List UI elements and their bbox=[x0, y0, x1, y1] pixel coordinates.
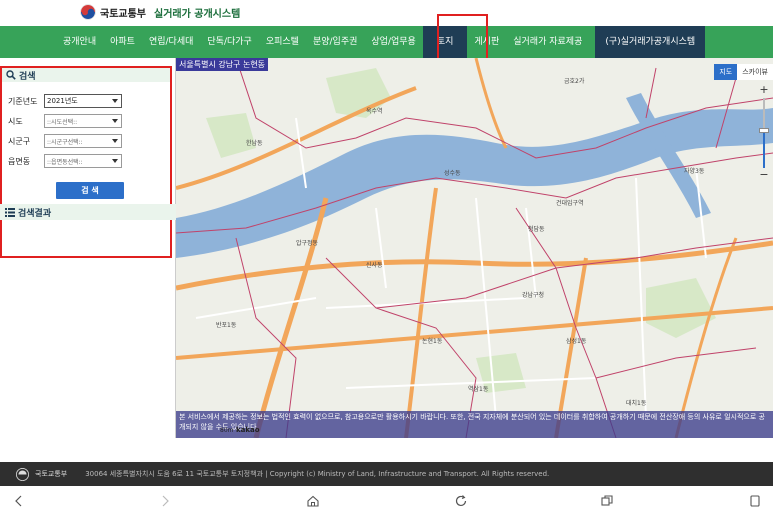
footer: 국토교통부 30064 세종특별자치시 도움 6로 11 국토교통부 토지정책과… bbox=[0, 462, 773, 486]
disclaimer-notice: 본 서비스에서 제공하는 정보는 법적인 효력이 없으므로, 참고용으로만 활용… bbox=[176, 411, 773, 438]
nav-item-commercial[interactable]: 상업/업무용 bbox=[364, 26, 422, 58]
nav-item-data-provision[interactable]: 실거래가 자료제공 bbox=[506, 26, 589, 58]
eupmyeondong-select-value: ::읍면동선택:: bbox=[47, 158, 83, 166]
map-view[interactable]: 금호2가 옥수역 압구정동 신사동 논현1동 청담동 삼성1동 강남구청 성수동… bbox=[176, 58, 773, 438]
search-panel: 검색 기준년도 2021년도 시도 ::시도선택:: 시군구 ::시군구선택::… bbox=[0, 66, 172, 258]
map-label: 역삼1동 bbox=[468, 386, 489, 393]
map-canvas bbox=[176, 58, 773, 438]
list-icon bbox=[5, 207, 15, 217]
map-label: 논현1동 bbox=[422, 338, 443, 345]
sido-row: 시도 ::시도선택:: bbox=[8, 114, 168, 128]
location-label: 서울특별시 강남구 논현동 bbox=[176, 58, 269, 71]
map-scale: 80m bbox=[220, 427, 234, 434]
search-header: 검색 bbox=[2, 68, 170, 82]
bookmark-icon[interactable] bbox=[748, 494, 762, 508]
results-header: 검색결과 bbox=[0, 204, 176, 220]
footer-ministry: 국토교통부 bbox=[35, 470, 68, 478]
zoom-slider-handle[interactable] bbox=[759, 128, 769, 133]
map-label: 삼성1동 bbox=[566, 338, 587, 345]
sido-select-value: ::시도선택:: bbox=[47, 118, 78, 126]
map-label: 신사동 bbox=[366, 262, 383, 269]
eupmyeondong-row: 읍면동 ::읍면동선택:: bbox=[8, 154, 168, 168]
nav-item-apartment[interactable]: 아파트 bbox=[103, 26, 142, 58]
map-label: 한남동 bbox=[246, 140, 263, 147]
sigungu-label: 시군구 bbox=[8, 136, 31, 146]
zoom-slider-fill bbox=[763, 132, 765, 168]
forward-icon[interactable] bbox=[158, 494, 172, 508]
map-provider-logo: kakao bbox=[236, 426, 260, 434]
nav-item-rowhouse[interactable]: 연립/다세대 bbox=[142, 26, 200, 58]
results-title: 검색결과 bbox=[18, 208, 52, 219]
ministry-name: 국토교통부 bbox=[100, 8, 146, 20]
logo[interactable]: 국토교통부 실거래가 공개시스템 bbox=[80, 2, 240, 22]
year-select-value: 2021년도 bbox=[47, 97, 78, 105]
year-row: 기준년도 2021년도 bbox=[8, 94, 168, 108]
map-label: 강남구청 bbox=[522, 292, 545, 299]
main-nav: 공개안내 아파트 연립/다세대 단독/다가구 오피스텔 분양/입주권 상업/업무… bbox=[0, 26, 773, 58]
map-label: 성수동 bbox=[444, 170, 461, 177]
search-title: 검색 bbox=[19, 71, 36, 82]
map-label: 반포1동 bbox=[216, 322, 237, 329]
back-icon[interactable] bbox=[12, 494, 26, 508]
map-label: 금호2가 bbox=[564, 78, 585, 85]
nav-item-detached[interactable]: 단독/다가구 bbox=[200, 26, 258, 58]
zoom-in-button[interactable]: + bbox=[757, 84, 771, 96]
nav-item-guide[interactable]: 공개안내 bbox=[56, 26, 103, 58]
eupmyeondong-select[interactable]: ::읍면동선택:: bbox=[44, 154, 122, 168]
map-type-toggle: 지도 스카이뷰 bbox=[714, 64, 773, 80]
map-label: 대치1동 bbox=[626, 400, 647, 407]
browser-bar bbox=[0, 488, 773, 513]
chevron-down-icon bbox=[112, 139, 118, 143]
reload-icon[interactable] bbox=[454, 494, 468, 508]
ministry-logo-icon bbox=[80, 4, 96, 20]
nav-item-presale[interactable]: 분양/입주권 bbox=[306, 26, 364, 58]
home-icon[interactable] bbox=[306, 494, 320, 508]
year-select[interactable]: 2021년도 bbox=[44, 94, 122, 108]
nav-item-land[interactable]: 토지 bbox=[422, 26, 468, 58]
footer-text: 30064 세종특별자치시 도움 6로 11 국토교통부 토지정책과 | Cop… bbox=[85, 470, 550, 478]
map-type-map-button[interactable]: 지도 bbox=[714, 64, 738, 80]
sigungu-select-value: ::시군구선택:: bbox=[47, 138, 83, 146]
chevron-down-icon bbox=[112, 119, 118, 123]
eupmyeondong-label: 읍면동 bbox=[8, 156, 31, 166]
chevron-down-icon bbox=[112, 99, 118, 103]
map-label: 자양3동 bbox=[684, 168, 705, 175]
search-button[interactable]: 검 색 bbox=[56, 182, 124, 199]
map-label: 청담동 bbox=[528, 226, 545, 233]
map-label: 건대입구역 bbox=[556, 200, 584, 207]
chevron-down-icon bbox=[112, 159, 118, 163]
map-label: 옥수역 bbox=[366, 108, 383, 115]
nav-item-board[interactable]: 게시판 bbox=[467, 26, 506, 58]
search-icon bbox=[6, 70, 16, 80]
nav-item-officetel[interactable]: 오피스텔 bbox=[259, 26, 306, 58]
system-title: 실거래가 공개시스템 bbox=[154, 8, 241, 20]
ministry-logo-icon bbox=[16, 467, 29, 481]
zoom-control: + − bbox=[757, 84, 771, 184]
page: 국토교통부 실거래가 공개시스템 공개안내 아파트 연립/다세대 단독/다가구 … bbox=[0, 0, 773, 513]
sigungu-select[interactable]: ::시군구선택:: bbox=[44, 134, 122, 148]
map-type-skyview-button[interactable]: 스카이뷰 bbox=[737, 64, 773, 80]
tabs-icon[interactable] bbox=[600, 494, 614, 508]
year-label: 기준년도 bbox=[8, 96, 38, 106]
sigungu-row: 시군구 ::시군구선택:: bbox=[8, 134, 168, 148]
sidebar: 검색 기준년도 2021년도 시도 ::시도선택:: 시군구 ::시군구선택::… bbox=[0, 58, 176, 438]
sido-label: 시도 bbox=[8, 116, 23, 126]
zoom-out-button[interactable]: − bbox=[757, 169, 771, 182]
map-label: 압구정동 bbox=[296, 240, 319, 247]
header: 국토교통부 실거래가 공개시스템 bbox=[0, 0, 773, 26]
nav-item-legacy-system[interactable]: (구)실거래가공개시스템 bbox=[595, 26, 706, 58]
sido-select[interactable]: ::시도선택:: bbox=[44, 114, 122, 128]
